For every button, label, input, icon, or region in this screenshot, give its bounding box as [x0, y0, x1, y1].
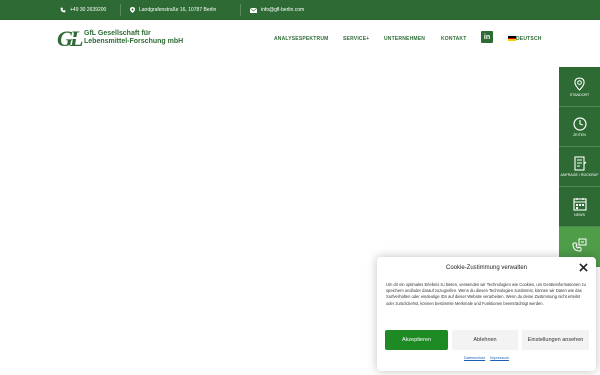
nav-analysespektrum[interactable]: ANALYSESPEKTRUM [274, 35, 329, 43]
sidebar-item-label: ANFRAGE / RÜCKRUF [560, 173, 599, 177]
form-icon [573, 156, 586, 171]
nav-unternehmen[interactable]: UNTERNEHMEN [384, 35, 425, 43]
privacy-link[interactable]: Datenschutz [464, 356, 485, 360]
nav-kontakt[interactable]: KONTAKT [441, 35, 466, 43]
topbar-phone-text: +49 30 2639200 [70, 7, 107, 13]
sidebar-item-label: NEWS [574, 212, 585, 217]
phone-icon [60, 7, 66, 13]
company-name-line1: GfL Gesellschaft für [84, 30, 151, 37]
topbar-address[interactable]: Landgrafenstraße 16, 10787 Berlin [130, 0, 216, 20]
topbar-email[interactable]: info@gfl-berlin.com [250, 0, 304, 20]
sidebar-item-anfrage[interactable]: ANFRAGE / RÜCKRUF [559, 147, 600, 187]
view-settings-button[interactable]: Einstellungen ansehen [522, 330, 589, 350]
phone-message-icon [572, 238, 587, 252]
topbar: +49 30 2639200 Landgrafenstraße 16, 1078… [0, 0, 600, 20]
german-flag-icon[interactable] [508, 36, 516, 41]
quick-access-sidebar: STANDORT ZEITEN ANFRAGE / RÜCKRUF NEWS [559, 67, 600, 267]
topbar-address-text: Landgrafenstraße 16, 10787 Berlin [139, 7, 217, 13]
sidebar-item-zeiten[interactable]: ZEITEN [559, 107, 600, 147]
cookie-dialog-text: Um dir ein optimales Erlebnis zu bieten,… [386, 282, 586, 306]
cookie-consent-dialog: Cookie-Zustimmung verwalten Um dir ein o… [377, 257, 596, 371]
topbar-separator [120, 4, 121, 16]
company-name-line2: Lebensmittel-Forschung mbH [84, 37, 184, 45]
cookie-dialog-title: Cookie-Zustimmung verwalten [445, 265, 528, 271]
linkedin-icon[interactable]: in [481, 31, 493, 43]
imprint-link[interactable]: Impressum [490, 356, 509, 360]
sidebar-item-label: ZEITEN [573, 132, 586, 137]
calendar-icon [572, 197, 587, 211]
accept-button[interactable]: Akzeptieren [385, 330, 448, 350]
nav-service[interactable]: SERVICE+ [343, 35, 369, 43]
company-name[interactable]: GfL Gesellschaft für Lebensmittel-Forsch… [84, 30, 183, 45]
mail-icon [250, 7, 257, 13]
deny-button[interactable]: Ablehnen [452, 330, 518, 350]
topbar-phone[interactable]: +49 30 2639200 [60, 0, 106, 20]
location-pin-icon [130, 7, 135, 13]
topbar-email-text: info@gfl-berlin.com [261, 7, 305, 13]
clock-icon [572, 116, 587, 131]
sidebar-item-news[interactable]: NEWS [559, 187, 600, 227]
cookie-dialog-links: Datenschutz Impressum [377, 356, 596, 360]
language-switch[interactable]: DEUTSCH [516, 35, 542, 43]
sidebar-item-label: STANDORT [569, 92, 590, 97]
sidebar-item-standort[interactable]: STANDORT [559, 67, 600, 107]
topbar-separator [240, 4, 241, 16]
close-icon[interactable] [579, 263, 588, 272]
location-pin-icon [574, 76, 585, 91]
